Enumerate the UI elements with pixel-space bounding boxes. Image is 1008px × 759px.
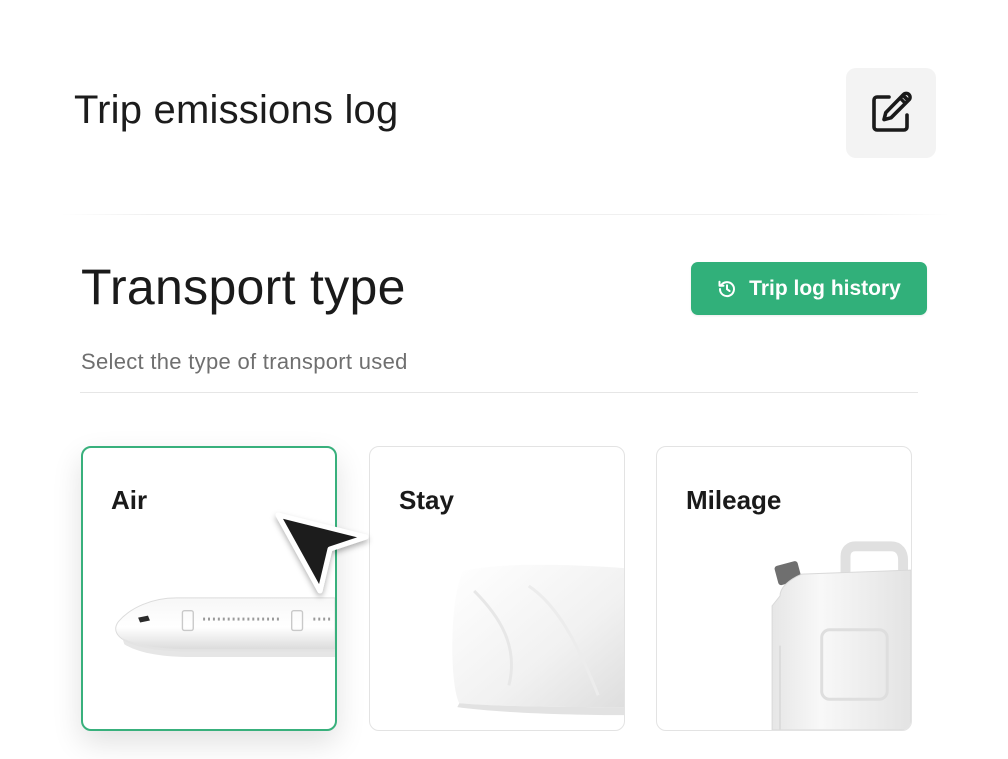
- section-subtitle: Select the type of transport used: [81, 349, 408, 374]
- transport-option-air[interactable]: Air: [81, 446, 337, 731]
- trip-log-history-label: Trip log history: [749, 276, 901, 300]
- transport-option-label: Stay: [399, 485, 454, 515]
- transport-option-stay[interactable]: Stay: [369, 446, 625, 731]
- section-title: Transport type: [81, 259, 406, 315]
- section-divider: [80, 392, 918, 393]
- trip-log-history-button[interactable]: Trip log history: [691, 262, 927, 315]
- history-icon: [717, 279, 737, 299]
- edit-button[interactable]: [846, 68, 936, 158]
- header-divider: [60, 214, 950, 215]
- transport-option-mileage[interactable]: Mileage: [656, 446, 912, 731]
- edit-icon: [872, 91, 912, 132]
- transport-option-label: Mileage: [686, 485, 782, 515]
- transport-option-label: Air: [111, 485, 148, 515]
- page: Trip emissions log Transport type Trip l…: [0, 0, 1008, 759]
- page-title: Trip emissions log: [74, 88, 399, 132]
